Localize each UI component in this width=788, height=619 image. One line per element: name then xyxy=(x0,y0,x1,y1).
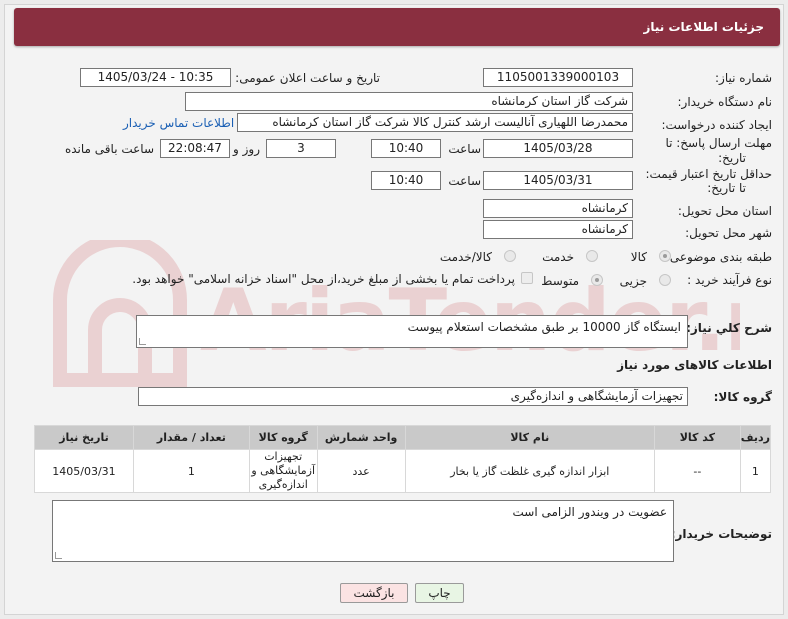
treasury-payment-checkbox[interactable] xyxy=(521,272,533,284)
buyer-notes-text: عضویت در ویندور الزامی است xyxy=(512,505,667,519)
creator-label: ایجاد کننده درخواست: xyxy=(661,118,772,132)
remaining-time-field: 22:08:47 xyxy=(160,139,230,158)
category-label: طبقه بندی موضوعی: xyxy=(665,250,772,264)
process-option-medium: متوسط xyxy=(541,274,579,288)
announce-datetime-label: تاریخ و ساعت اعلان عمومی: xyxy=(235,71,380,85)
need-number-label: شماره نیاز: xyxy=(715,71,772,85)
category-radio-goods-service[interactable] xyxy=(504,250,516,262)
contact-info-link[interactable]: اطلاعات تماس خریدار xyxy=(123,116,234,130)
goods-group-field: تجهیزات آزمایشگاهی و اندازه‌گیری xyxy=(138,387,688,406)
reply-time-field: 10:40 xyxy=(371,139,441,158)
table-row: 1 -- ابزار اندازه گیری غلظت گاز یا بخار … xyxy=(34,449,772,493)
category-radio-service[interactable] xyxy=(586,250,598,262)
resize-grip-icon[interactable] xyxy=(55,552,62,559)
buyer-notes-textarea[interactable]: عضویت در ویندور الزامی است xyxy=(52,500,674,562)
process-label: نوع فرآیند خرید : xyxy=(687,273,772,287)
description-textarea[interactable]: ایستگاه گاز 10000 بر طبق مشخصات استعلام … xyxy=(136,315,688,348)
reply-deadline-label: مهلت ارسال پاسخ: تا xyxy=(665,136,772,150)
description-text: ایستگاه گاز 10000 بر طبق مشخصات استعلام … xyxy=(407,320,681,334)
print-button[interactable]: چاپ xyxy=(415,583,464,603)
creator-field: محمدرضا اللهیاری آنالیست ارشد کنترل کالا… xyxy=(237,113,633,132)
process-radio-minor[interactable] xyxy=(659,274,671,286)
cell-group: تجهیزات آزمایشگاهی و اندازه‌گیری xyxy=(248,449,318,493)
buyer-org-label: نام دستگاه خریدار: xyxy=(677,95,773,109)
need-number-field: 1105001339000103 xyxy=(483,68,633,87)
reply-time-label: ساعت xyxy=(448,142,481,156)
back-button[interactable]: بازگشت xyxy=(340,583,408,603)
buyer-org-field: شرکت گاز استان کرمانشاه xyxy=(185,92,633,111)
reply-deadline-label-date: تاریخ: xyxy=(718,151,746,165)
price-time-field: 10:40 xyxy=(371,171,441,190)
cell-row: 1 xyxy=(739,449,772,493)
cell-qty: 1 xyxy=(132,449,250,493)
price-validity-label-date: تا تاریخ: xyxy=(707,181,746,195)
price-time-label: ساعت xyxy=(448,174,481,188)
col-row: ردیف xyxy=(739,425,772,450)
process-radio-medium[interactable] xyxy=(591,274,603,286)
category-option-goods: کالا xyxy=(630,250,647,264)
cell-code: -- xyxy=(653,449,741,493)
goods-section-title: اطلاعات کالاهای مورد نیاز xyxy=(617,358,772,372)
announce-datetime-field: 1405/03/24 - 10:35 xyxy=(80,68,231,87)
city-label: شهر محل تحویل: xyxy=(685,226,772,240)
goods-group-label: گروه کالا: xyxy=(713,390,772,404)
price-validity-label: حداقل تاریخ اعتبار قیمت: xyxy=(645,167,772,181)
cell-unit: عدد xyxy=(316,449,406,493)
page-title: جزئیات اطلاعات نیاز xyxy=(643,20,764,34)
col-qty: تعداد / مقدار xyxy=(132,425,250,450)
days-remaining-field: 3 xyxy=(266,139,336,158)
page-header: جزئیات اطلاعات نیاز xyxy=(14,8,780,46)
col-name: نام کالا xyxy=(404,425,655,450)
cell-date: 1405/03/31 xyxy=(34,449,134,493)
category-option-goods-service: کالا/خدمت xyxy=(439,250,492,264)
remaining-time-label: ساعت باقی مانده xyxy=(64,142,154,156)
category-radio-goods[interactable] xyxy=(659,250,671,262)
days-label: روز و xyxy=(233,142,260,156)
province-field: کرمانشاه xyxy=(483,199,633,218)
goods-table-header: ردیف کد کالا نام کالا واحد شمارش گروه کا… xyxy=(34,425,772,450)
reply-date-field: 1405/03/28 xyxy=(483,139,633,158)
cell-name: ابزار اندازه گیری غلظت گاز یا بخار xyxy=(404,449,655,493)
price-date-field: 1405/03/31 xyxy=(483,171,633,190)
category-option-service: خدمت xyxy=(542,250,574,264)
col-code: کد کالا xyxy=(653,425,741,450)
col-group: گروه کالا xyxy=(248,425,318,450)
col-date: تاریخ نیاز xyxy=(34,425,134,450)
description-label: شرح كلي نياز: xyxy=(686,321,772,335)
process-option-minor: جزیی xyxy=(619,274,647,288)
treasury-payment-note: پرداخت تمام یا بخشی از مبلغ خرید،از محل … xyxy=(132,272,515,286)
city-field: کرمانشاه xyxy=(483,220,633,239)
resize-grip-icon[interactable] xyxy=(139,338,146,345)
goods-table: ردیف کد کالا نام کالا واحد شمارش گروه کا… xyxy=(34,425,772,493)
col-unit: واحد شمارش xyxy=(316,425,406,450)
province-label: استان محل تحویل: xyxy=(677,204,772,218)
buyer-notes-label: توضیحات خریدار: xyxy=(670,527,772,541)
